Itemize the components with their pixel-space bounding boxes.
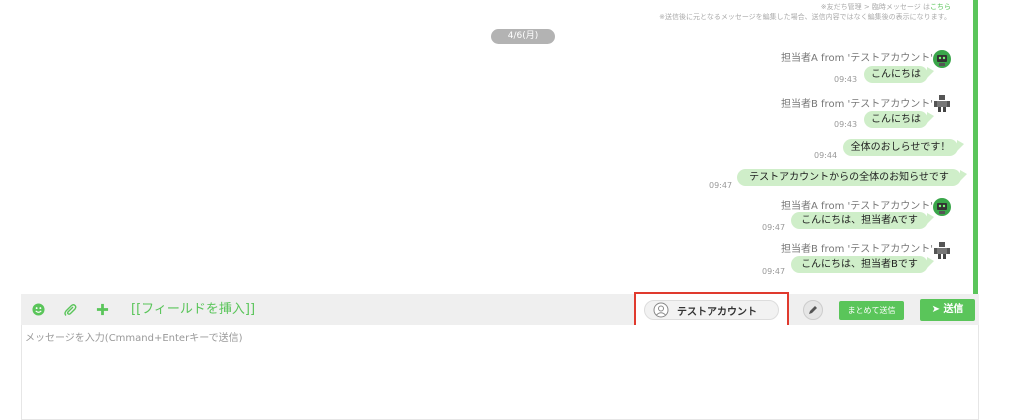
robot-icon	[934, 242, 950, 259]
send-button[interactable]: ➤ 送信	[920, 299, 975, 321]
message-sender: 担当者A from 'テストアカウント'	[781, 53, 933, 64]
message-bubble: こんにちは	[864, 111, 934, 128]
message-sender: 担当者B from 'テストアカウント'	[781, 99, 933, 110]
message-time: 09:47	[762, 267, 786, 276]
message-bubble: テストアカウントからの全体のお知らせです	[737, 169, 967, 186]
notice-text: ※友だち管理 > 臨時メッセージ は	[820, 3, 930, 11]
date-divider: 4/6(月)	[491, 29, 555, 44]
message-input-placeholder: メッセージを入力(Cmmand+Enterキーで送信)	[25, 333, 243, 344]
account-selector-button[interactable]: テストアカウント	[644, 300, 779, 320]
notice-edit-warning: ※送信後に元となるメッセージを編集した場合、送信内容ではなく編集後の表示になりま…	[659, 13, 951, 21]
account-label: テストアカウント	[677, 306, 757, 318]
message-time: 09:47	[762, 223, 786, 232]
message-bubble: こんにちは、担当者Aです	[791, 212, 934, 229]
message-bubble: 全体のおしらせです！	[843, 139, 964, 156]
message-sender: 担当者A from 'テストアカウント'	[781, 201, 933, 212]
send-icon: ➤	[931, 304, 940, 315]
insert-field-button[interactable]: [[フィールドを挿入]]	[131, 294, 255, 325]
plus-icon[interactable]	[93, 294, 111, 325]
emoji-icon[interactable]	[30, 294, 46, 325]
composer-toolbar: [[フィールドを挿入]]	[21, 294, 979, 325]
chat-history: ※友だち管理 > 臨時メッセージ はこちら ※送信後に元となるメッセージを編集し…	[21, 0, 979, 294]
send-label: 送信	[943, 304, 964, 315]
scrollbar[interactable]	[973, 0, 978, 294]
message-time: 09:43	[834, 75, 858, 84]
robot-icon	[933, 50, 951, 68]
account-selector-highlight: テストアカウント	[634, 292, 789, 328]
message-time: 09:47	[709, 181, 733, 190]
notice-temporary-message: ※友だち管理 > 臨時メッセージ はこちら	[821, 2, 951, 12]
robot-icon	[934, 95, 950, 112]
message-bubble: こんにちは	[864, 66, 934, 83]
robot-icon	[933, 198, 951, 216]
bulk-send-button[interactable]: まとめて送信	[839, 301, 904, 320]
message-input[interactable]: メッセージを入力(Cmmand+Enterキーで送信)	[21, 325, 979, 420]
message-time: 09:44	[814, 151, 838, 160]
pencil-icon	[809, 306, 817, 314]
message-time: 09:43	[834, 120, 858, 129]
message-bubble: こんにちは、担当者Bです	[791, 256, 934, 273]
notice-link[interactable]: こちら	[930, 3, 951, 11]
edit-button[interactable]	[803, 300, 823, 320]
user-icon	[653, 302, 669, 318]
message-sender: 担当者B from 'テストアカウント'	[781, 244, 933, 255]
paperclip-icon[interactable]	[61, 294, 79, 325]
